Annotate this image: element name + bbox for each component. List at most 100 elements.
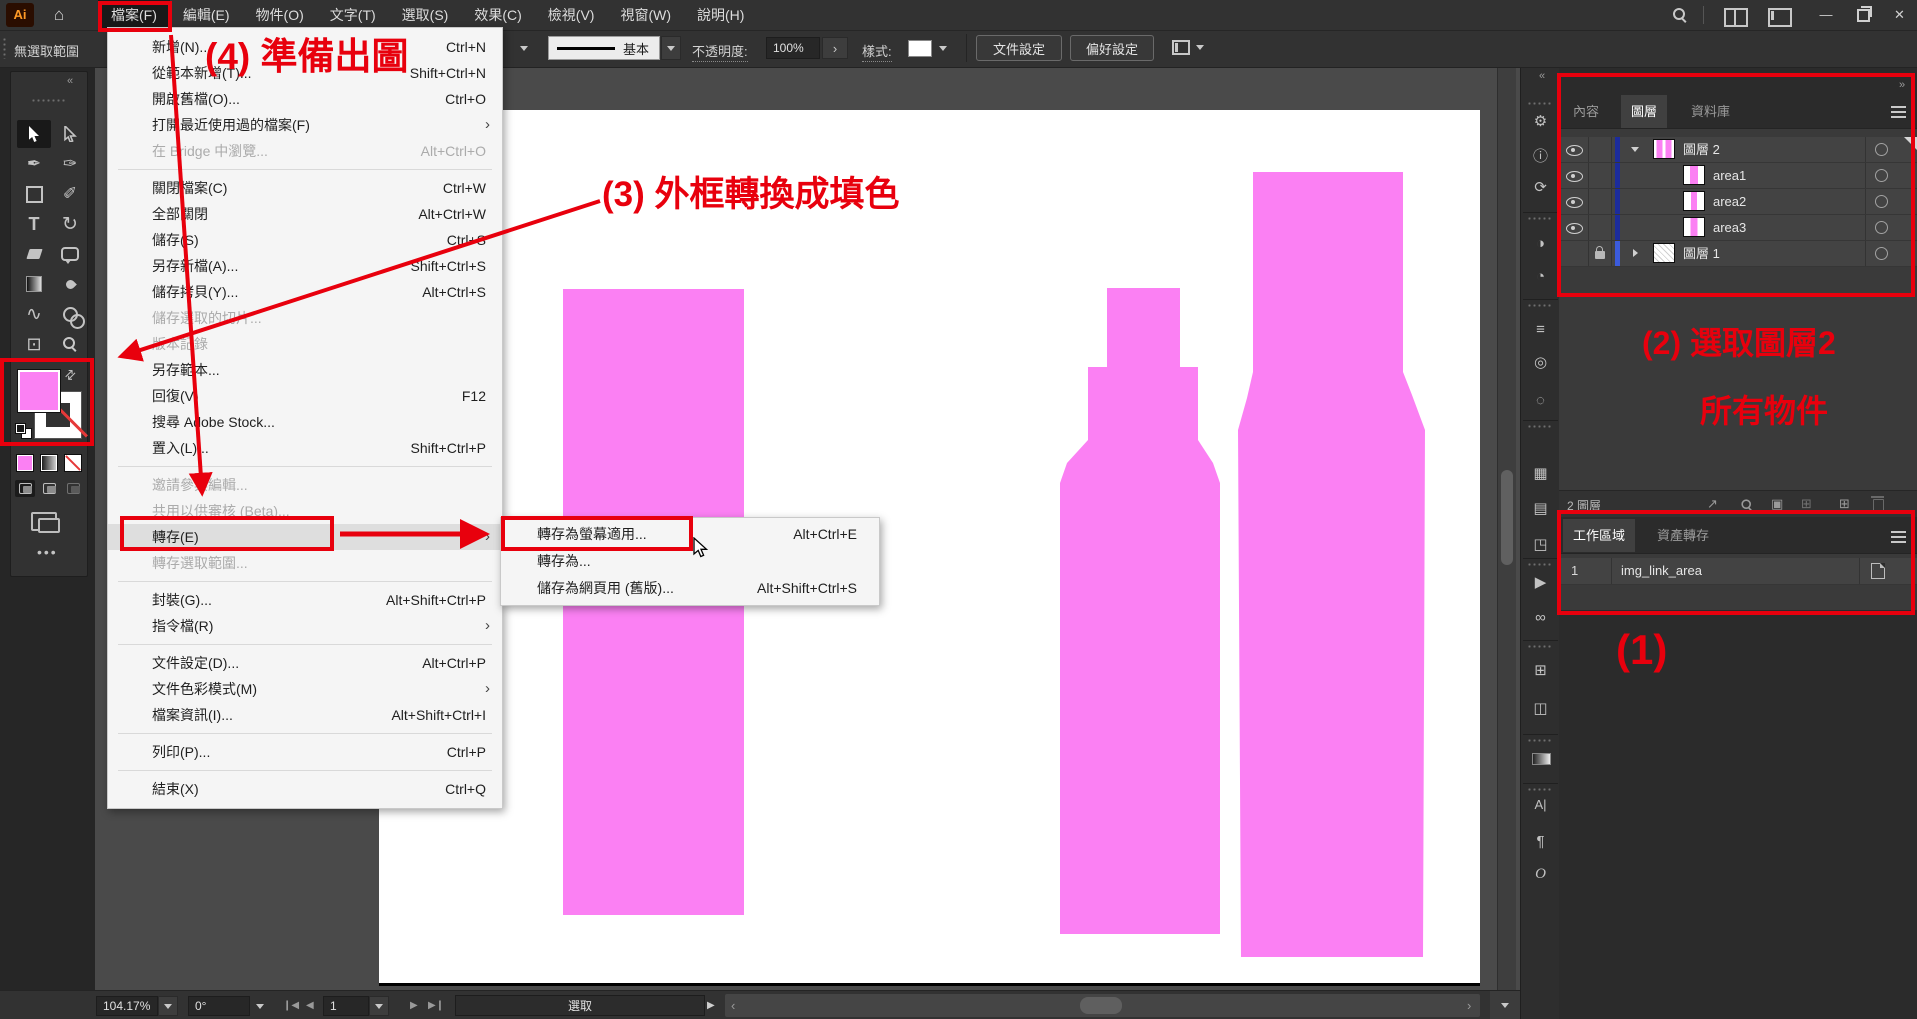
- search-icon[interactable]: [1672, 7, 1688, 23]
- visibility-eye-icon[interactable]: [1566, 223, 1583, 234]
- layer-thumbnail[interactable]: [1653, 243, 1675, 263]
- collapsed-chevron-icon[interactable]: [1633, 249, 1638, 257]
- menu-item-new[interactable]: 新增(N)...Ctrl+N: [108, 34, 502, 60]
- pathfinder-icon[interactable]: ◳: [1521, 535, 1560, 553]
- drag-handle[interactable]: [3, 37, 6, 59]
- select-similar-icon[interactable]: [1172, 40, 1190, 55]
- menu-edit[interactable]: 編輯(E): [170, 0, 243, 30]
- layer-name[interactable]: area1: [1713, 163, 1746, 188]
- screen-mode-icon[interactable]: [31, 512, 57, 531]
- minimize-button[interactable]: —: [1808, 0, 1844, 30]
- rotation-field[interactable]: 0°: [188, 996, 250, 1016]
- visibility-eye-icon[interactable]: [1566, 197, 1583, 208]
- menu-help[interactable]: 說明(H): [684, 0, 757, 30]
- style-dropdown[interactable]: [934, 40, 951, 57]
- drag-handle[interactable]: [1527, 563, 1553, 566]
- drag-handle[interactable]: [1527, 425, 1553, 428]
- menu-item-export-as[interactable]: 轉存為...: [501, 548, 879, 575]
- opacity-dropdown[interactable]: ›: [822, 37, 848, 59]
- none-button[interactable]: [64, 454, 82, 472]
- tab-libraries[interactable]: 資料庫: [1681, 95, 1740, 128]
- target-circle-icon[interactable]: [1875, 169, 1888, 182]
- eraser-tool[interactable]: [17, 240, 51, 268]
- artboard-number-field[interactable]: 1: [323, 996, 369, 1016]
- new-sublayer-icon[interactable]: ⊞: [1801, 496, 1812, 512]
- target-circle-icon[interactable]: [1875, 221, 1888, 234]
- width-tool[interactable]: ∿: [17, 300, 51, 328]
- drag-handle[interactable]: [31, 99, 65, 102]
- menu-effect[interactable]: 效果(C): [461, 0, 534, 30]
- menu-item-export[interactable]: 轉存(E)›: [108, 524, 502, 550]
- layer-row-layer1[interactable]: 圖層 1: [1559, 241, 1917, 267]
- layer-row-area1[interactable]: area1: [1559, 163, 1917, 189]
- gradient-tool[interactable]: [17, 270, 51, 298]
- fill-color-swatch[interactable]: [17, 369, 61, 413]
- vertical-scrollbar-thumb[interactable]: [1501, 470, 1513, 565]
- layer-row-layer2[interactable]: 圖層 2: [1559, 137, 1917, 163]
- opentype-icon[interactable]: O: [1521, 866, 1560, 883]
- comment-selection-tool[interactable]: [53, 240, 87, 268]
- first-artboard-button[interactable]: ❙◀: [283, 1000, 299, 1011]
- asset-export-icon[interactable]: ◫: [1521, 699, 1560, 717]
- menu-item-document-setup[interactable]: 文件設定(D)...Alt+Ctrl+P: [108, 650, 502, 676]
- style-swatch[interactable]: [908, 40, 932, 57]
- symbols-icon[interactable]: ▦: [1521, 464, 1560, 482]
- scroll-right-icon[interactable]: ›: [1467, 998, 1471, 1013]
- menu-item-save[interactable]: 儲存(S)Ctrl+S: [108, 227, 502, 253]
- menu-type[interactable]: 文字(T): [317, 0, 389, 30]
- rotate-tool[interactable]: ↻: [53, 210, 87, 238]
- selection-tool[interactable]: [17, 120, 51, 148]
- menu-item-print[interactable]: 列印(P)...Ctrl+P: [108, 739, 502, 765]
- menu-item-place[interactable]: 置入(L)...Shift+Ctrl+P: [108, 435, 502, 461]
- layer-name[interactable]: area2: [1713, 189, 1746, 214]
- artboard-row[interactable]: 1 img_link_area: [1559, 558, 1917, 585]
- target-circle-icon[interactable]: [1875, 247, 1888, 260]
- scroll-left-icon[interactable]: ‹: [731, 998, 735, 1013]
- menu-item-save-for-web[interactable]: 儲存為網頁用 (舊版)...Alt+Shift+Ctrl+S: [501, 575, 879, 602]
- menu-item-open-recent[interactable]: 打開最近使用過的檔案(F)›: [108, 112, 502, 138]
- direct-selection-tool[interactable]: [53, 120, 87, 148]
- artboard-tool[interactable]: ⊡: [17, 330, 51, 358]
- preferences-button[interactable]: 偏好設定: [1070, 35, 1154, 61]
- paintbrush-tool[interactable]: ✐: [53, 180, 87, 208]
- next-artboard-button[interactable]: ▶: [410, 1000, 418, 1011]
- layer-row-area3[interactable]: area3: [1559, 215, 1917, 241]
- menu-item-export-for-screens[interactable]: 轉存為螢幕適用...Alt+Ctrl+E: [501, 521, 879, 548]
- swap-fill-stroke-icon[interactable]: ⇄: [61, 365, 80, 384]
- default-swatches-icon2[interactable]: [15, 423, 26, 434]
- menu-item-search-adobe-stock[interactable]: 搜尋 Adobe Stock...: [108, 409, 502, 435]
- menu-item-document-color-mode[interactable]: 文件色彩模式(M)›: [108, 676, 502, 702]
- visibility-eye-icon[interactable]: [1566, 171, 1583, 182]
- menu-item-save-as[interactable]: 另存新檔(A)...Shift+Ctrl+S: [108, 253, 502, 279]
- menu-select[interactable]: 選取(S): [389, 0, 462, 30]
- opacity-label[interactable]: 不透明度:: [692, 41, 748, 62]
- shape-area3-bottle[interactable]: [1238, 172, 1425, 957]
- gradient-panel-icon[interactable]: [1532, 753, 1551, 765]
- new-layer-icon[interactable]: ⊞: [1839, 496, 1850, 512]
- chevron-down-icon[interactable]: [1196, 45, 1204, 50]
- version-history-icon[interactable]: ⟳: [1521, 178, 1560, 196]
- rotation-dropdown[interactable]: [250, 996, 270, 1016]
- layer-name[interactable]: area3: [1713, 215, 1746, 240]
- layer-name[interactable]: 圖層 2: [1683, 137, 1720, 162]
- artboard-options-icon[interactable]: [1871, 563, 1885, 579]
- character-icon[interactable]: A|: [1521, 797, 1560, 812]
- illustrator-logo[interactable]: Ai: [6, 3, 34, 27]
- appearance-icon[interactable]: ◌: [1521, 392, 1560, 409]
- collect-for-export-icon[interactable]: ↗: [1707, 496, 1718, 512]
- tab-asset-export[interactable]: 資產轉存: [1647, 519, 1719, 552]
- menu-item-close-all[interactable]: 全部關閉Alt+Ctrl+W: [108, 201, 502, 227]
- more-tools-icon[interactable]: •••: [37, 544, 58, 560]
- menu-object[interactable]: 物件(O): [243, 0, 317, 30]
- properties-icon[interactable]: ⚙: [1521, 112, 1560, 130]
- scrollbar-corner[interactable]: [1490, 991, 1520, 1019]
- menu-item-exit[interactable]: 結束(X)Ctrl+Q: [108, 776, 502, 802]
- rectangle-tool[interactable]: [17, 180, 51, 208]
- tab-artboards[interactable]: 工作區域: [1563, 519, 1635, 552]
- collapse-tools-icon[interactable]: «: [67, 75, 73, 87]
- shape-area2-bottle[interactable]: [1060, 288, 1220, 934]
- layer-thumbnail[interactable]: [1653, 139, 1675, 159]
- horizontal-scrollbar-thumb[interactable]: [1080, 997, 1122, 1014]
- close-button[interactable]: ✕: [1882, 0, 1917, 30]
- info-icon[interactable]: ⓘ: [1521, 145, 1560, 166]
